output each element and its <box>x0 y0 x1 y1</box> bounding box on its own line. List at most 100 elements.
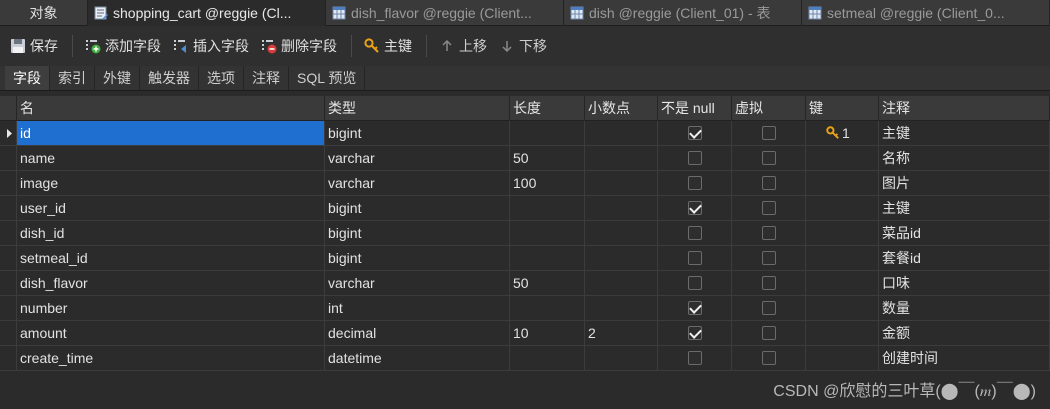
row-marker[interactable] <box>0 346 17 371</box>
cell-type[interactable]: varchar <box>325 171 510 196</box>
cell-key[interactable] <box>806 146 879 171</box>
table-row[interactable]: setmeal_id bigint 套餐id <box>0 246 1050 271</box>
cell-not-null[interactable] <box>658 321 732 346</box>
cell-comment[interactable]: 图片 <box>879 171 1050 196</box>
cell-virtual[interactable] <box>732 171 806 196</box>
cell-key[interactable] <box>806 171 879 196</box>
cell-length[interactable]: 50 <box>510 271 585 296</box>
cell-not-null[interactable] <box>658 146 732 171</box>
cell-virtual[interactable] <box>732 346 806 371</box>
add-field-button[interactable]: 添加字段 <box>81 33 165 59</box>
column-header-decimals[interactable]: 小数点 <box>585 96 658 121</box>
delete-field-button[interactable]: 删除字段 <box>257 33 341 59</box>
cell-length[interactable] <box>510 346 585 371</box>
tab-options[interactable]: 选项 <box>199 66 244 90</box>
cell-name[interactable]: user_id <box>17 196 325 221</box>
cell-type[interactable]: datetime <box>325 346 510 371</box>
cell-type[interactable]: int <box>325 296 510 321</box>
cell-length[interactable]: 100 <box>510 171 585 196</box>
primary-key-button[interactable]: 主键 <box>360 33 416 59</box>
cell-decimals[interactable] <box>585 271 658 296</box>
tab-sql-preview[interactable]: SQL 预览 <box>289 66 366 90</box>
row-marker[interactable] <box>0 321 17 346</box>
cell-key[interactable] <box>806 221 879 246</box>
not-null-checkbox[interactable] <box>688 301 702 315</box>
cell-type[interactable]: bigint <box>325 121 510 146</box>
cell-virtual[interactable] <box>732 296 806 321</box>
cell-type[interactable]: varchar <box>325 271 510 296</box>
virtual-checkbox[interactable] <box>762 276 776 290</box>
cell-key[interactable] <box>806 296 879 321</box>
cell-length[interactable] <box>510 221 585 246</box>
not-null-checkbox[interactable] <box>688 326 702 340</box>
cell-decimals[interactable] <box>585 146 658 171</box>
cell-name[interactable]: dish_flavor <box>17 271 325 296</box>
tab-indexes[interactable]: 索引 <box>50 66 95 90</box>
cell-comment[interactable]: 套餐id <box>879 246 1050 271</box>
not-null-checkbox[interactable] <box>688 151 702 165</box>
not-null-checkbox[interactable] <box>688 176 702 190</box>
not-null-checkbox[interactable] <box>688 226 702 240</box>
cell-decimals[interactable] <box>585 296 658 321</box>
not-null-checkbox[interactable] <box>688 351 702 365</box>
row-marker[interactable] <box>0 221 17 246</box>
cell-name[interactable]: id <box>17 121 325 146</box>
tab-triggers[interactable]: 触发器 <box>140 66 199 90</box>
virtual-checkbox[interactable] <box>762 126 776 140</box>
row-marker[interactable] <box>0 271 17 296</box>
virtual-checkbox[interactable] <box>762 251 776 265</box>
cell-virtual[interactable] <box>732 221 806 246</box>
cell-not-null[interactable] <box>658 171 732 196</box>
cell-key[interactable] <box>806 346 879 371</box>
cell-key[interactable] <box>806 246 879 271</box>
cell-name[interactable]: name <box>17 146 325 171</box>
cell-comment[interactable]: 主键 <box>879 196 1050 221</box>
virtual-checkbox[interactable] <box>762 201 776 215</box>
virtual-checkbox[interactable] <box>762 226 776 240</box>
cell-key[interactable] <box>806 271 879 296</box>
cell-length[interactable]: 10 <box>510 321 585 346</box>
cell-not-null[interactable] <box>658 271 732 296</box>
cell-name[interactable]: create_time <box>17 346 325 371</box>
table-row[interactable]: id bigint 1 主键 <box>0 121 1050 146</box>
cell-not-null[interactable] <box>658 346 732 371</box>
cell-virtual[interactable] <box>732 271 806 296</box>
cell-virtual[interactable] <box>732 321 806 346</box>
cell-type[interactable]: bigint <box>325 246 510 271</box>
cell-virtual[interactable] <box>732 146 806 171</box>
column-header-comment[interactable]: 注释 <box>879 96 1050 121</box>
cell-decimals[interactable]: 2 <box>585 321 658 346</box>
cell-key[interactable]: 1 <box>806 121 879 146</box>
cell-type[interactable]: bigint <box>325 196 510 221</box>
table-row[interactable]: dish_flavor varchar 50 口味 <box>0 271 1050 296</box>
row-marker[interactable] <box>0 296 17 321</box>
table-row[interactable]: image varchar 100 图片 <box>0 171 1050 196</box>
cell-virtual[interactable] <box>732 246 806 271</box>
cell-comment[interactable]: 金额 <box>879 321 1050 346</box>
virtual-checkbox[interactable] <box>762 151 776 165</box>
row-marker[interactable] <box>0 146 17 171</box>
table-row[interactable]: dish_id bigint 菜品id <box>0 221 1050 246</box>
virtual-checkbox[interactable] <box>762 301 776 315</box>
cell-decimals[interactable] <box>585 346 658 371</box>
column-header-type[interactable]: 类型 <box>325 96 510 121</box>
column-header-length[interactable]: 长度 <box>510 96 585 121</box>
tab-comment[interactable]: 注释 <box>244 66 289 90</box>
virtual-checkbox[interactable] <box>762 326 776 340</box>
not-null-checkbox[interactable] <box>688 126 702 140</box>
row-marker[interactable] <box>0 196 17 221</box>
cell-comment[interactable]: 口味 <box>879 271 1050 296</box>
tab-setmeal[interactable]: setmeal @reggie (Client_0... <box>802 0 1050 26</box>
cell-comment[interactable]: 名称 <box>879 146 1050 171</box>
cell-comment[interactable]: 数量 <box>879 296 1050 321</box>
cell-comment[interactable]: 创建时间 <box>879 346 1050 371</box>
cell-name[interactable]: setmeal_id <box>17 246 325 271</box>
cell-type[interactable]: varchar <box>325 146 510 171</box>
cell-comment[interactable]: 主键 <box>879 121 1050 146</box>
cell-not-null[interactable] <box>658 196 732 221</box>
column-header-name[interactable]: 名 <box>17 96 325 121</box>
cell-type[interactable]: bigint <box>325 221 510 246</box>
not-null-checkbox[interactable] <box>688 201 702 215</box>
move-down-button[interactable]: 下移 <box>495 33 551 59</box>
table-row[interactable]: number int 数量 <box>0 296 1050 321</box>
